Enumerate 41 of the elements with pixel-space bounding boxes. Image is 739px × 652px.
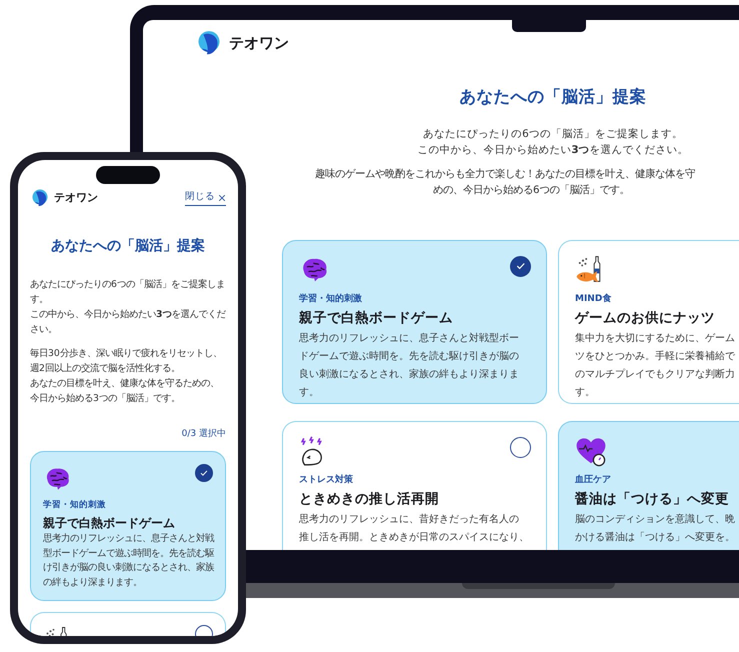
- card-description: 思考力のリフレッシュに、昔好きだった有名人の 推し活を再開。ときめきが日常のスパイスになり、: [299, 512, 530, 544]
- intro-text: あなたにぴったりの6つの「脳活」をご提案します。: [423, 126, 683, 142]
- close-icon: [218, 194, 226, 202]
- card-title: 親子で白熱ボードゲーム: [43, 515, 176, 532]
- suggestion-card[interactable]: 学習・知的刺激 親子で白熱ボードゲーム 思考力のリフレッシュに、息子さんと対戦型ボードゲームで遊ぶ時間を。先を読む駆け引きが脳の良い刺激になるとされ、家族の絆もより深まります。: [30, 450, 226, 602]
- category-label: MIND食: [575, 292, 612, 306]
- intro-text: めの、今日から始める6つの「脳活」です。: [433, 182, 630, 198]
- brand-name: テオワン: [229, 32, 289, 54]
- suggestion-card[interactable]: ストレス対策 ときめきの推し活再開 思考力のリフレッシュに、昔好きだった有名人の 推し活を再開。ときめきが日常のスパイスになり、: [282, 420, 547, 550]
- checkbox[interactable]: [195, 464, 213, 482]
- logo-icon: [30, 188, 50, 208]
- intro-text: 毎日30分歩き、深い眠りで疲れをリセットし、週2回以上の交流で脳を活性化する。: [30, 347, 223, 376]
- card-title: 醤油は「つける」へ変更: [575, 490, 730, 510]
- intro-text: 趣味のゲームや晩酌をこれからも全力で楽しむ！あなたの目標を叶え、健康な体を守: [315, 166, 695, 182]
- card-description: 思考力のリフレッシュに、息子さんと対戦型ボー ドゲームで遊ぶ時間を。先を読む駆け引きが脳の 良い刺激になるとされ、家族の絆もより深まりま す。: [299, 332, 520, 400]
- heart-with-clock-icon: [575, 436, 607, 468]
- card-title: ゲームのお供にナッツ: [575, 309, 716, 328]
- card-description: 集中力を大切にするために、ゲーム ツをひとつかみ。手軽に栄養補給で のマルチプレイでもクリアな判断力 す。: [575, 332, 736, 400]
- camera-island: [96, 166, 160, 184]
- page-heading: あなたへの「脳活」提案: [50, 236, 206, 256]
- selection-counter: 0/3 選択中: [180, 428, 226, 441]
- intro-text: あなたの目標を叶え、健康な体を守るための、今日から始める3つの「脳活」です。: [30, 377, 220, 406]
- category-label: 血圧ケア: [575, 474, 612, 487]
- card-description: 脳のコンディションを意識して、晩 かける醤油は「つける」へ変更を。: [575, 512, 736, 544]
- category-label: 学習・知的刺激: [43, 498, 107, 512]
- intro-text: この中から、今日から始めたい3つを選んでください。: [30, 308, 226, 337]
- checkbox[interactable]: [510, 256, 531, 277]
- card-title: ときめきの推し活再開: [299, 490, 440, 510]
- brand-name: テオワン: [54, 190, 98, 206]
- suggestion-card[interactable]: 血圧ケア 醤油は「つける」へ変更 脳のコンディションを意識して、晩 かける醤油は「つける」へ変更を。: [558, 420, 739, 550]
- suggestion-card[interactable]: 学習・知的刺激 親子で白熱ボードゲーム 思考力のリフレッシュに、息子さんと対戦型ボー ドゲームで遊ぶ時間を。先を読む駆け引きが脳の 良い刺激になるとされ、家族の絆もより深まりま す。: [282, 240, 547, 404]
- card-description: 思考力のリフレッシュに、息子さんと対戦型ボードゲームで遊ぶ時間を。先を読む駆け引きが脳の良い刺激になるとされ、家族の絆もより深まります。: [43, 532, 215, 590]
- category-label: ストレス対策: [299, 474, 354, 487]
- close-link[interactable]: 閉じる: [185, 190, 226, 206]
- intro-text: この中から、今日から始めたい3つを選んでください。: [417, 142, 689, 158]
- page-heading: あなたへの「脳活」提案: [458, 86, 648, 108]
- card-title: 親子で白熱ボードゲーム: [299, 309, 454, 328]
- suggestion-card[interactable]: MIND食 ゲームのお供にナッツ 集中力を大切にするために、ゲーム ツをひとつかみ。手軽に栄養補給で のマルチプレイでもクリアな判断力 す。: [558, 240, 739, 404]
- intro-text: あなたにぴったりの6つの「脳活」をご提案します。: [30, 278, 226, 307]
- category-label: 学習・知的刺激: [299, 292, 363, 306]
- checkbox[interactable]: [510, 436, 531, 458]
